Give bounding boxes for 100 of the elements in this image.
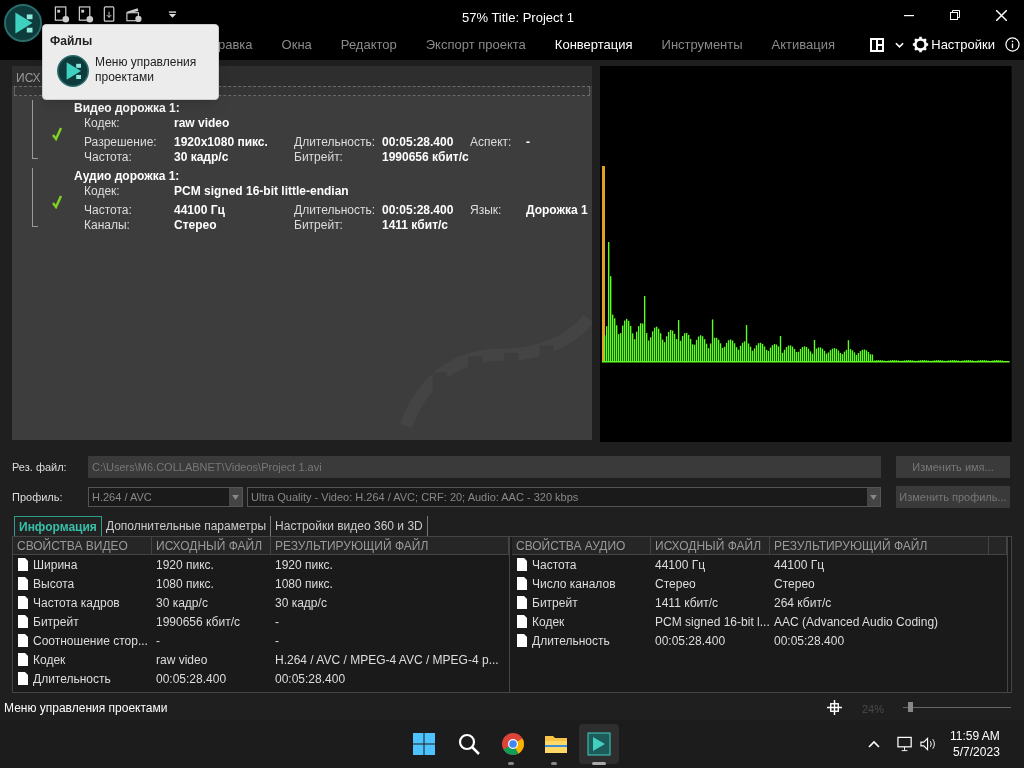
- table-cell-text: Битрейт: [33, 613, 79, 631]
- caret-icon: [232, 494, 239, 500]
- table-cell-text: 00:05:28.400: [655, 632, 726, 650]
- field-label: Битрейт:: [294, 218, 344, 233]
- info-icon[interactable]: [1005, 37, 1020, 53]
- clock-date[interactable]: 5/7/2023: [953, 744, 1000, 760]
- column-header[interactable]: СВОЙСТВА ВИДЕО: [13, 537, 152, 554]
- field-label: Частота:: [84, 150, 133, 165]
- menu-tab[interactable]: Экспорт проекта: [425, 35, 526, 55]
- document-icon: [18, 577, 28, 590]
- browser-icon[interactable]: [501, 732, 525, 756]
- document-icon: [517, 634, 527, 647]
- popup-menu-item[interactable]: Меню управления проектами: [57, 55, 210, 87]
- table-cell-text: Число каналов: [532, 575, 616, 593]
- chevron-up-icon[interactable]: [868, 740, 880, 748]
- column-header[interactable]: РЕЗУЛЬТИРУЮЩИЙ ФАЙЛ: [770, 537, 989, 554]
- table-cell-text: 44100 Гц: [655, 556, 706, 574]
- field-value: 44100 Гц: [174, 203, 225, 218]
- document-icon: [517, 615, 527, 628]
- field-value: PCM signed 16-bit little-endian: [174, 184, 349, 199]
- field-label: Кодек:: [84, 184, 121, 199]
- slider-thumb[interactable]: [908, 702, 914, 712]
- taskbar-app-button[interactable]: [579, 724, 619, 764]
- table-cell-text: Кодек: [33, 651, 66, 669]
- table-cell-text: 1990656 кбит/с: [156, 613, 240, 631]
- table-cell-text: Высота: [33, 575, 75, 593]
- table-cell-text: Стерео: [655, 575, 696, 593]
- panel-header: ИСХ: [16, 71, 41, 85]
- settings-button[interactable]: Настройки: [912, 35, 995, 55]
- document-icon: [18, 672, 28, 685]
- tab[interactable]: Информация: [14, 516, 102, 536]
- chevron-down-icon[interactable]: [895, 41, 905, 48]
- profile-dropdown[interactable]: H.264 / AVC: [88, 487, 243, 507]
- field-value: 1990656 кбит/с: [382, 150, 469, 165]
- table-cell-text: PCM signed 16-bit l...: [655, 613, 770, 631]
- menu-tab[interactable]: Конвертация: [554, 35, 633, 55]
- field-label: Кодек:: [84, 116, 121, 131]
- table-cell-text: Длительность: [33, 670, 111, 688]
- table-cell-text: 1080 пикс.: [275, 575, 333, 593]
- field-label: Аспект:: [470, 135, 513, 150]
- table-cell-text: -: [156, 632, 160, 650]
- table-cell-text: Кодек: [532, 613, 565, 631]
- table-cell-text: 44100 Гц: [774, 556, 825, 574]
- table-cell-text: AAC (Advanced Audio Coding): [774, 613, 939, 631]
- table-cell-text: Частота: [532, 556, 577, 574]
- volume-icon[interactable]: [920, 736, 937, 752]
- menu-tab[interactable]: Активация: [771, 35, 836, 55]
- menu-tab[interactable]: равка: [218, 35, 253, 55]
- table-cell-text: 264 кбит/с: [774, 594, 832, 612]
- table-cell-text: Стерео: [774, 575, 815, 593]
- field-value: Дорожка 1: [526, 203, 588, 218]
- menu-tab[interactable]: Инструменты: [661, 35, 743, 55]
- table-cell-text: Длительность: [532, 632, 610, 650]
- dropdown-icon[interactable]: [168, 10, 177, 19]
- fit-view-icon[interactable]: [827, 700, 842, 715]
- document-icon: [18, 558, 28, 571]
- table-cell-text: 00:05:28.400: [156, 670, 227, 688]
- field-value: 1920x1080 пикс.: [174, 135, 268, 150]
- clock-time[interactable]: 11:59 AM: [950, 728, 1000, 744]
- column-header[interactable]: ИСХОДНЫЙ ФАЙЛ: [152, 537, 271, 554]
- close-icon: [995, 9, 1007, 21]
- caret-icon: [870, 494, 877, 500]
- document-icon: [517, 558, 527, 571]
- layout-icon[interactable]: [869, 36, 886, 53]
- menu-tab[interactable]: Редактор: [340, 35, 397, 55]
- table-cell-text: H.264 / AVC / MPEG-4 AVC / MPEG-4 p...: [275, 651, 499, 669]
- table-cell-text: 1920 пикс.: [275, 556, 333, 574]
- document-icon: [18, 596, 28, 609]
- app-logo-icon[interactable]: [4, 4, 42, 42]
- table-cell-text: -: [275, 613, 279, 631]
- table-cell-text: 30 кадр/с: [275, 594, 327, 612]
- search-icon[interactable]: [457, 732, 481, 756]
- field-label: Битрейт:: [294, 150, 344, 165]
- field-value: raw video: [174, 116, 230, 131]
- table-cell-text: 1080 пикс.: [156, 575, 214, 593]
- popup-heading: Файлы: [50, 33, 93, 50]
- network-icon[interactable]: [897, 736, 914, 752]
- table-cell-text: 00:05:28.400: [275, 670, 346, 688]
- column-header[interactable]: РЕЗУЛЬТИРУЮЩИЙ ФАЙЛ: [271, 537, 509, 554]
- clapperboard-icon[interactable]: [126, 6, 142, 23]
- field-value: 1411 кбит/с: [382, 218, 449, 233]
- table-cell-text: -: [275, 632, 279, 650]
- preset-dropdown[interactable]: Ultra Quality - Video: H.264 / AVC; CRF: 20; Audio: AAC - 320 kbps: [247, 487, 881, 507]
- column-header[interactable]: СВОЙСТВА АУДИО: [512, 537, 651, 554]
- windows-start-icon[interactable]: [412, 732, 436, 756]
- zoom-slider[interactable]: [903, 702, 1011, 713]
- document-icon: [517, 596, 527, 609]
- track-title: Аудио дорожка 1:: [74, 168, 181, 184]
- menu-tab[interactable]: Окна: [281, 35, 312, 55]
- table-cell-text: 00:05:28.400: [774, 632, 845, 650]
- track-title: Видео дорожка 1:: [74, 100, 181, 116]
- field-label: Частота:: [84, 203, 133, 218]
- field-label: Длительность:: [294, 135, 377, 150]
- column-header[interactable]: ИСХОДНЫЙ ФАЙЛ: [651, 537, 770, 554]
- field-value: Стерео: [174, 218, 217, 233]
- table-cell-text: 30 кадр/с: [156, 594, 208, 612]
- document-icon: [18, 653, 28, 666]
- window-title: 57% Title: Project 1: [462, 9, 574, 27]
- field-value: -: [526, 135, 530, 150]
- field-label: Язык:: [470, 203, 503, 218]
